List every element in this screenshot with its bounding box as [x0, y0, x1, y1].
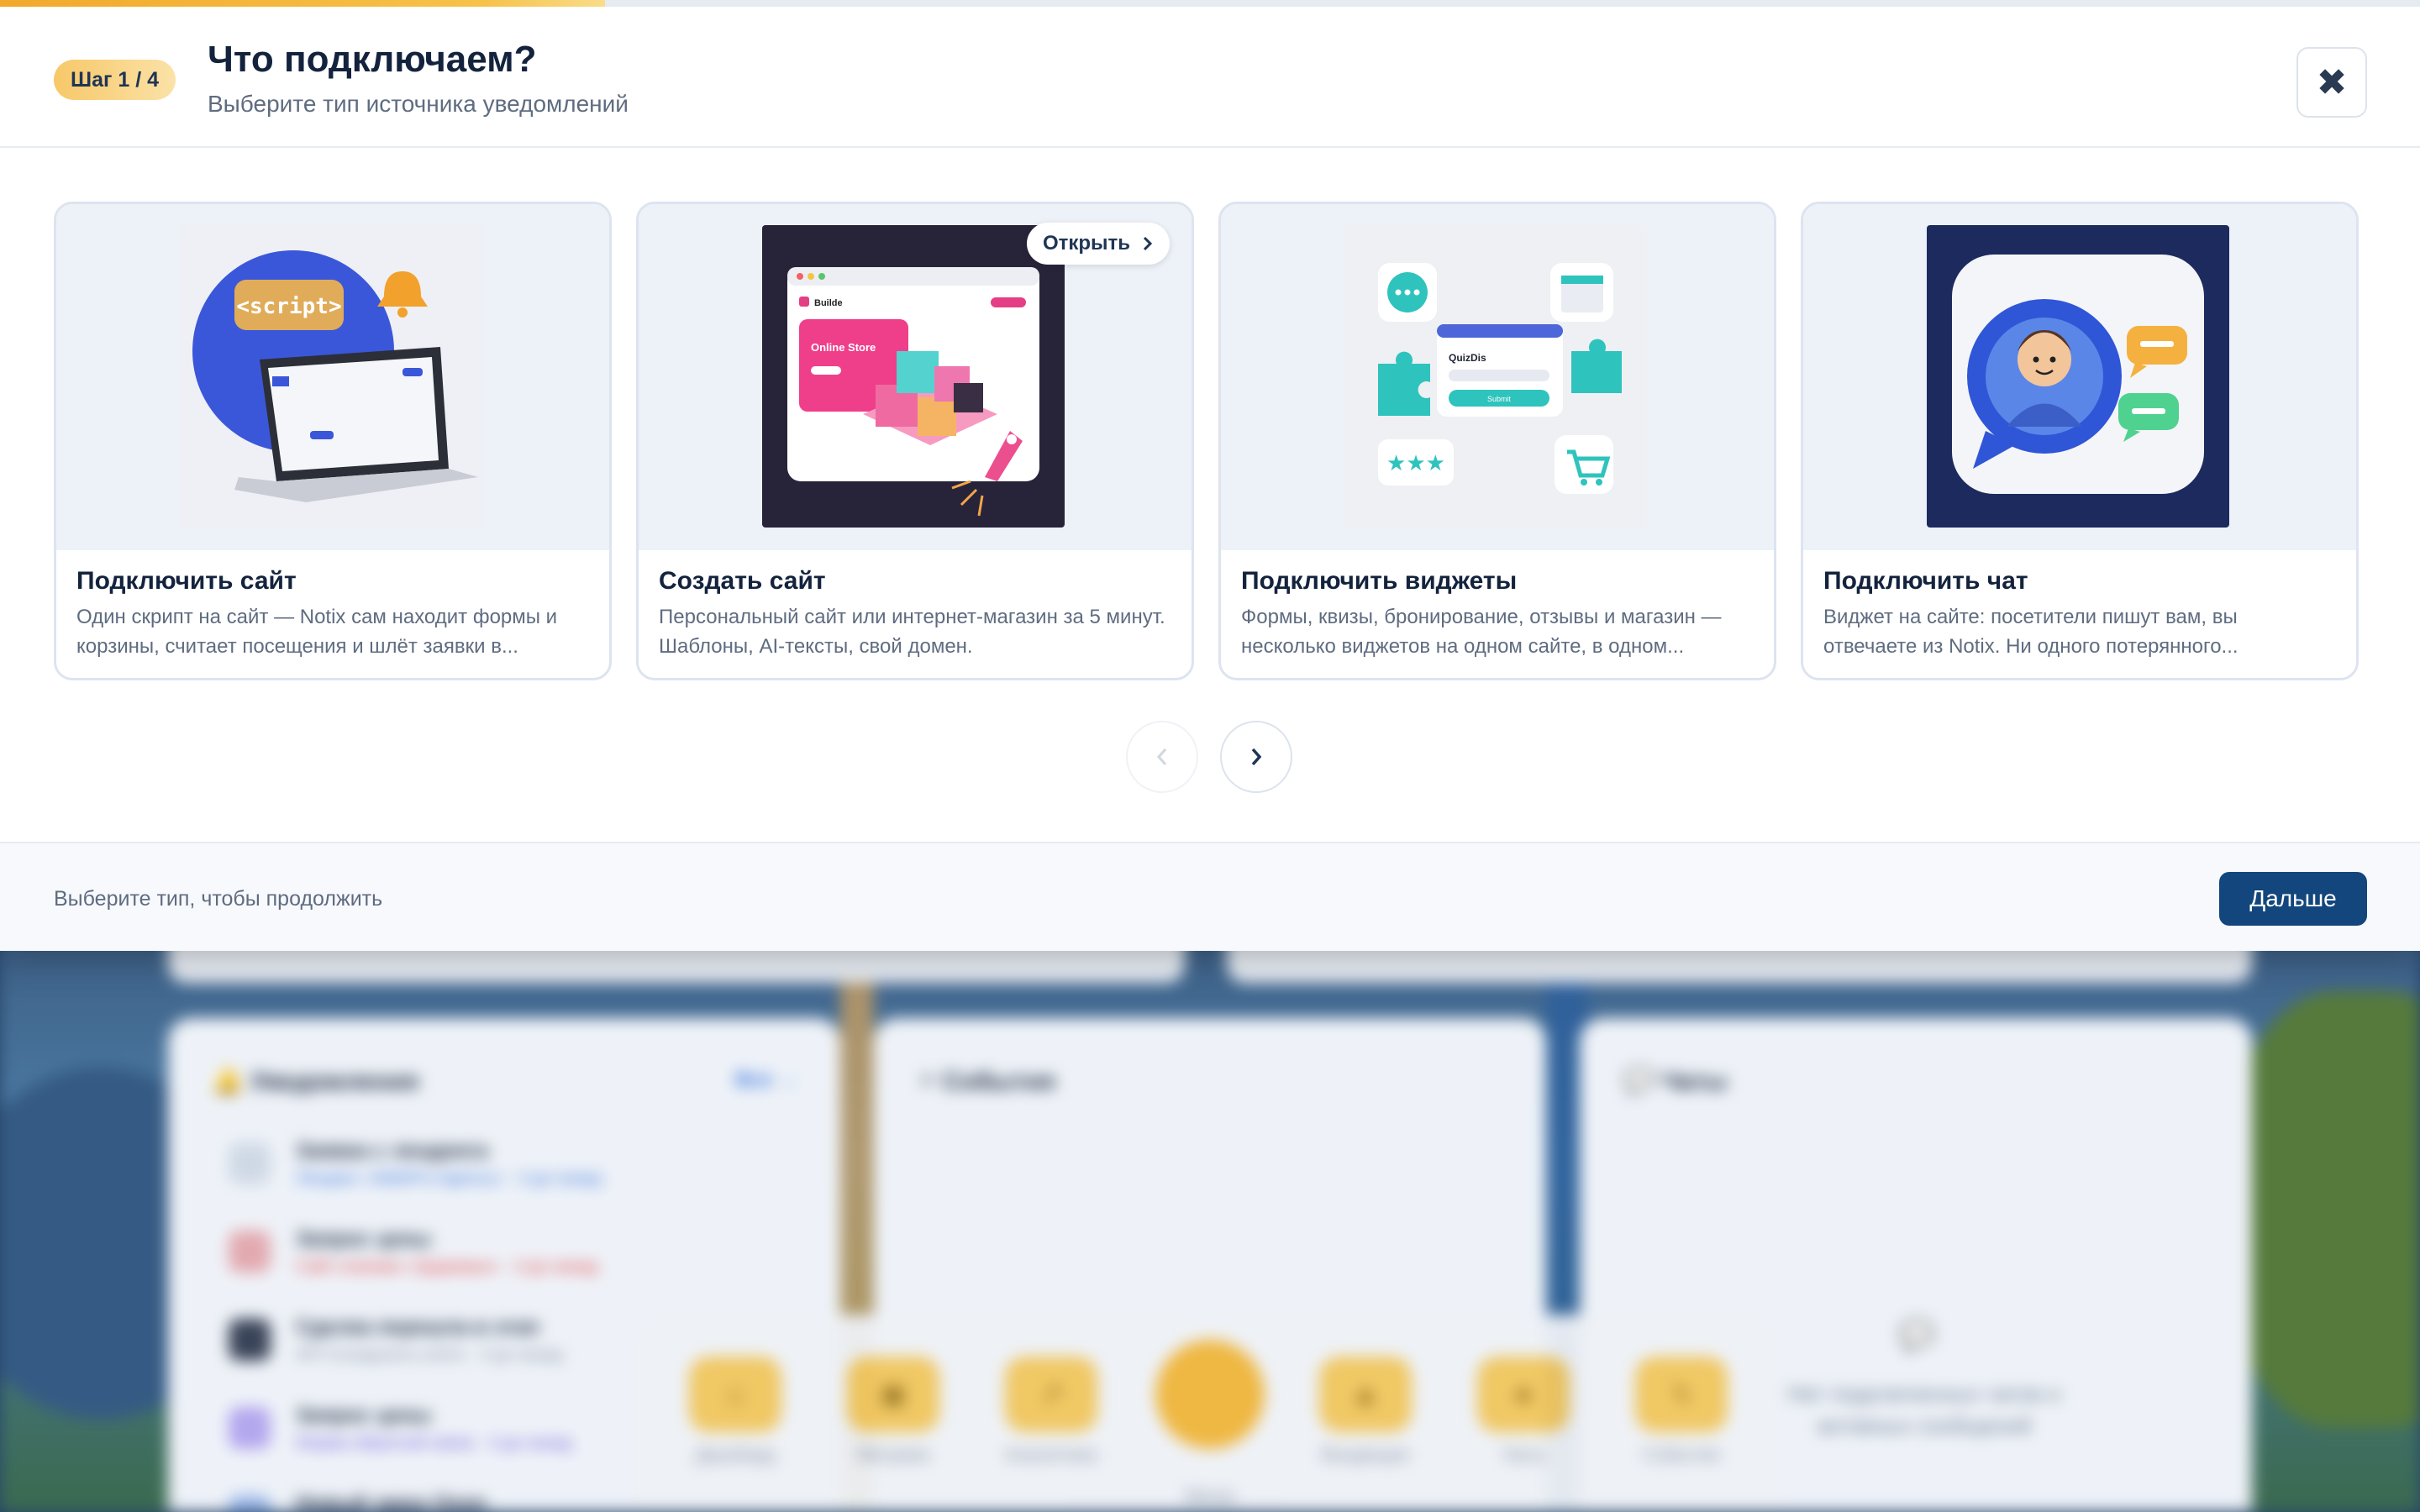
chat-icon: [229, 1407, 271, 1449]
open-button-label: Открыть: [1042, 232, 1131, 255]
metrics-icon: ▣: [847, 1357, 939, 1432]
dock-item-dashboard[interactable]: ⌂ Дашборд: [689, 1357, 781, 1466]
card-media: <script>: [56, 204, 609, 550]
card-media: Builde Online Store Открыть: [639, 204, 1192, 550]
card-connect-widgets[interactable]: QuizDis Submit ★★★ Подключить виджеты Фо…: [1218, 202, 1776, 680]
card-description: Формы, квизы, бронирование, отзывы и маг…: [1241, 606, 1722, 658]
dock-item-inbox[interactable]: ▲ Входящие: [1319, 1357, 1412, 1466]
modal-subtitle: Выберите тип источника уведомлений: [208, 91, 629, 117]
open-button[interactable]: Открыть: [1027, 223, 1170, 265]
background-dashboard: 🔔 Уведомления Все → Заявка с лендинга Ле…: [0, 924, 2420, 1512]
modal-title: Что подключаем?: [208, 39, 537, 80]
widgets-illustration: QuizDis Submit ★★★: [1344, 225, 1647, 528]
chart-icon: ↗: [1005, 1357, 1097, 1432]
step-badge: Шаг 1 / 4: [54, 60, 176, 100]
bottom-dock: ⌂ Дашборд ▣ Метрики ↗ Аналитика Меню ▲ В…: [639, 1315, 1781, 1512]
card-media: QuizDis Submit ★★★: [1221, 204, 1774, 550]
chats-empty-text: Нет подключенных чатов и активных сообще…: [1787, 1381, 2061, 1438]
heart-icon: [229, 1231, 271, 1273]
list-item[interactable]: Заявка с лендинга Лендинг «WebPro Agency…: [212, 1136, 716, 1211]
chat-icon: ●: [1477, 1357, 1570, 1432]
code-icon: [229, 1142, 271, 1184]
card-description: Персональный сайт или интернет-магазин з…: [659, 606, 1165, 658]
chevron-right-icon: [1251, 748, 1262, 766]
dock-item-analytics[interactable]: ↗ Аналитика: [1005, 1357, 1097, 1466]
carousel-prev-button[interactable]: [1126, 721, 1198, 793]
chevron-right-icon: [1143, 236, 1153, 251]
all-link[interactable]: Все →: [735, 1068, 798, 1092]
script-tag-text: <script>: [236, 294, 341, 319]
card-title: Подключить виджеты: [1241, 567, 1518, 595]
package-icon: [229, 1495, 271, 1512]
carousel-next-button[interactable]: [1220, 721, 1292, 793]
close-icon: ✖: [2316, 61, 2348, 103]
svg-text:★★★: ★★★: [1386, 451, 1445, 476]
builder-brand: Builde: [814, 298, 843, 308]
list-item[interactable]: Запрос цены Сайт клиники «Здоровье» · 4 …: [212, 1224, 716, 1299]
card-title: Подключить чат: [1823, 567, 2028, 595]
lightning-icon: ϟ: [1635, 1357, 1728, 1432]
bg-decoration: [2227, 991, 2420, 1428]
card-description: Виджет на сайте: посетители пишут вам, в…: [1823, 606, 2238, 658]
box-icon: [229, 1319, 271, 1361]
quiz-brand: QuizDis: [1449, 352, 1486, 364]
panel-title: 🔔 Уведомления: [212, 1068, 419, 1095]
home-icon: ⌂: [689, 1357, 781, 1432]
chat-icon: 💬: [1899, 1320, 1935, 1352]
dock-item-events[interactable]: ϟ События: [1635, 1357, 1728, 1466]
close-button[interactable]: ✖: [2296, 47, 2367, 118]
card-title: Создать сайт: [659, 567, 826, 595]
dock-item-menu[interactable]: Меню: [1164, 1474, 1256, 1508]
dock-item-metrics[interactable]: ▣ Метрики: [847, 1357, 939, 1466]
card-connect-chat[interactable]: Подключить чат Виджет на сайте: посетите…: [1801, 202, 2359, 680]
next-button[interactable]: Дальше: [2219, 872, 2367, 926]
card-description: Один скрипт на сайт — Notix сам находит …: [76, 606, 558, 658]
builder-heading: Online Store: [811, 341, 876, 354]
card-title: Подключить сайт: [76, 567, 297, 595]
menu-icon[interactable]: [1155, 1340, 1265, 1449]
card-connect-site[interactable]: <script> Подключить сайт Один скрипт на …: [54, 202, 612, 680]
wizard-progress: [0, 0, 2420, 7]
store-builder-illustration: Builde Online Store: [762, 225, 1065, 528]
panel-title: 💬 Чаты: [1623, 1068, 1728, 1095]
modal-footer: Выберите тип, чтобы продолжить Дальше: [0, 842, 2420, 951]
dock-item-chats[interactable]: ● Чаты: [1477, 1357, 1570, 1466]
script-laptop-illustration: <script>: [180, 225, 482, 528]
chat-avatar-illustration: [1927, 225, 2229, 528]
modal-header: Шаг 1 / 4 Что подключаем? Выберите тип и…: [0, 7, 2420, 148]
panel-title: ⚡ События: [918, 1068, 1056, 1095]
chevron-left-icon: [1156, 748, 1167, 765]
source-cards: <script> Подключить сайт Один скрипт на …: [54, 202, 2366, 680]
footer-hint: Выберите тип, чтобы продолжить: [54, 887, 383, 911]
source-type-modal: Шаг 1 / 4 Что подключаем? Выберите тип и…: [0, 0, 2420, 951]
wizard-progress-fill: [0, 0, 605, 7]
quiz-submit: Submit: [1487, 395, 1512, 403]
card-create-site[interactable]: Builde Online Store Открыть Создать сайт…: [636, 202, 1194, 680]
bell-icon: ▲: [1319, 1357, 1412, 1432]
card-media: [1803, 204, 2356, 550]
